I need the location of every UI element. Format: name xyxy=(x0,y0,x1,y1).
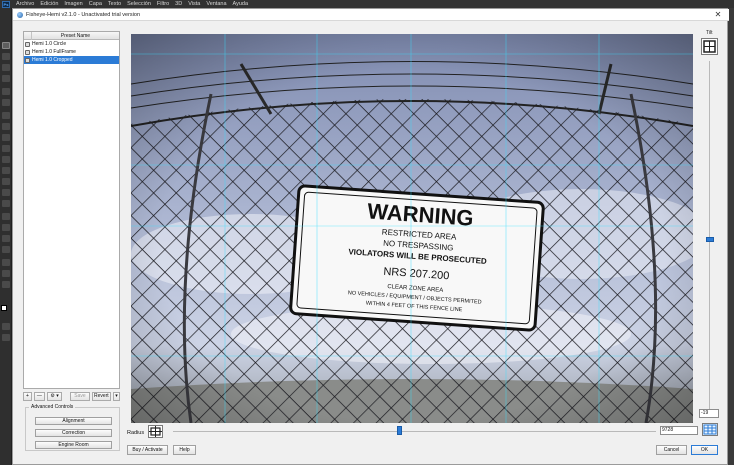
image-preview[interactable]: WARNING RESTRICTED AREA NO TRESPASSING V… xyxy=(131,34,693,423)
correction-button[interactable]: Correction xyxy=(35,429,112,437)
frame-tool-icon[interactable] xyxy=(2,99,10,106)
fisheye-hemi-dialog: Fisheye-Hemi v2.1.0 - Unactivated trial … xyxy=(12,8,729,465)
menu-3d[interactable]: 3D xyxy=(175,1,182,7)
preview-canvas: WARNING RESTRICTED AREA NO TRESPASSING V… xyxy=(131,34,693,423)
tilt-value-field[interactable]: -19 xyxy=(699,409,719,418)
quick-mask-icon[interactable] xyxy=(2,323,10,330)
remove-preset-button[interactable]: — xyxy=(34,391,45,401)
blur-tool-icon[interactable] xyxy=(2,189,10,196)
photoshop-menubar: Ps Archivo Edición Imagen Capa Texto Sel… xyxy=(0,0,734,8)
close-button[interactable]: ✕ xyxy=(713,10,723,20)
zoom-tool-icon[interactable] xyxy=(2,270,10,277)
menu-archivo[interactable]: Archivo xyxy=(16,1,34,7)
photoshop-logo: Ps xyxy=(2,0,10,8)
more-tools-icon[interactable] xyxy=(2,281,10,288)
engine-room-button[interactable]: Engine Room xyxy=(35,441,112,449)
quick-select-tool-icon[interactable] xyxy=(2,75,10,82)
cancel-button[interactable]: Cancel xyxy=(656,445,687,455)
menu-filtro[interactable]: Filtro xyxy=(157,1,169,7)
gradient-tool-icon[interactable] xyxy=(2,178,10,185)
preset-list-header: Preset Name xyxy=(24,31,119,40)
preset-item-label: Hemi 1.0 Cropped xyxy=(32,57,73,63)
healing-brush-tool-icon[interactable] xyxy=(2,123,10,130)
add-preset-button[interactable]: + xyxy=(23,391,32,401)
advanced-controls-title: Advanced Controls xyxy=(29,404,76,410)
preset-toolbar: + — ⚙ ▾ Save Revert ▾ xyxy=(23,391,120,401)
tilt-label: Tilt xyxy=(706,30,713,36)
revert-menu-arrow-icon[interactable]: ▾ xyxy=(112,391,120,401)
dialog-title: Fisheye-Hemi v2.1.0 - Unactivated trial … xyxy=(26,11,141,18)
radius-frame-icon[interactable] xyxy=(148,425,163,438)
lock-column-header xyxy=(24,31,32,40)
revert-preset-button[interactable]: Revert xyxy=(91,391,111,401)
alignment-button[interactable]: Alignment xyxy=(35,417,112,425)
radius-label: Radius xyxy=(127,430,145,436)
history-brush-tool-icon[interactable] xyxy=(2,156,10,163)
preset-item-label: Hemi 1.0 Circle xyxy=(32,41,67,47)
menu-ventana[interactable]: Ventana xyxy=(206,1,226,7)
dialog-titlebar: Fisheye-Hemi v2.1.0 - Unactivated trial … xyxy=(13,9,729,21)
preset-list: Preset Name Hemi 1.0 Circle Hemi 1.0 Ful… xyxy=(23,31,120,389)
tilt-grid-icon[interactable] xyxy=(701,38,718,55)
radius-slider-track[interactable] xyxy=(173,431,656,432)
gear-menu-button[interactable]: ⚙ ▾ xyxy=(46,391,63,401)
photoshop-tools-panel xyxy=(0,8,12,465)
screen-mode-icon[interactable] xyxy=(2,334,10,341)
lock-icon xyxy=(25,41,30,47)
dodge-tool-icon[interactable] xyxy=(2,200,10,207)
fisheye-app-icon xyxy=(17,11,23,18)
menu-ayuda[interactable]: Ayuda xyxy=(233,1,249,7)
preset-item-selected[interactable]: Hemi 1.0 Cropped xyxy=(24,56,119,64)
crop-tool-icon[interactable] xyxy=(2,88,10,95)
menu-seleccion[interactable]: Selección xyxy=(127,1,151,7)
shape-tool-icon[interactable] xyxy=(2,246,10,253)
brush-tool-icon[interactable] xyxy=(2,134,10,141)
preset-name-header[interactable]: Preset Name xyxy=(32,33,119,39)
radius-value-field[interactable]: 9728 xyxy=(660,426,698,435)
menu-vista[interactable]: Vista xyxy=(188,1,200,7)
ok-button[interactable]: OK xyxy=(691,445,718,455)
buy-activate-button[interactable]: Buy / Activate xyxy=(127,445,168,455)
marquee-tool-icon[interactable] xyxy=(2,53,10,60)
photoshop-right-panel-edge xyxy=(728,8,734,465)
menu-texto[interactable]: Texto xyxy=(108,1,121,7)
lock-icon xyxy=(25,49,30,55)
lasso-tool-icon[interactable] xyxy=(2,64,10,71)
save-preset-button[interactable]: Save xyxy=(70,391,90,401)
radius-slider-thumb[interactable] xyxy=(397,426,402,435)
preset-item[interactable]: Hemi 1.0 FullFrame xyxy=(24,48,119,56)
lock-icon xyxy=(25,57,30,63)
tilt-slider-thumb[interactable] xyxy=(706,237,714,242)
menu-imagen[interactable]: Imagen xyxy=(64,1,82,7)
tilt-slider-track[interactable] xyxy=(709,61,710,409)
eraser-tool-icon[interactable] xyxy=(2,167,10,174)
preset-item-label: Hemi 1.0 FullFrame xyxy=(32,49,76,55)
menu-capa[interactable]: Capa xyxy=(89,1,102,7)
foreground-color-swatch[interactable] xyxy=(1,305,7,311)
clone-stamp-tool-icon[interactable] xyxy=(2,145,10,152)
grid-toggle-icon[interactable] xyxy=(702,423,718,436)
path-select-tool-icon[interactable] xyxy=(2,235,10,242)
preset-item[interactable]: Hemi 1.0 Circle xyxy=(24,40,119,48)
type-tool-icon[interactable] xyxy=(2,224,10,231)
move-tool-icon[interactable] xyxy=(2,42,10,49)
hand-tool-icon[interactable] xyxy=(2,259,10,266)
help-button[interactable]: Help xyxy=(173,445,196,455)
pen-tool-icon[interactable] xyxy=(2,213,10,220)
menu-edicion[interactable]: Edición xyxy=(40,1,58,7)
eyedropper-tool-icon[interactable] xyxy=(2,112,10,119)
